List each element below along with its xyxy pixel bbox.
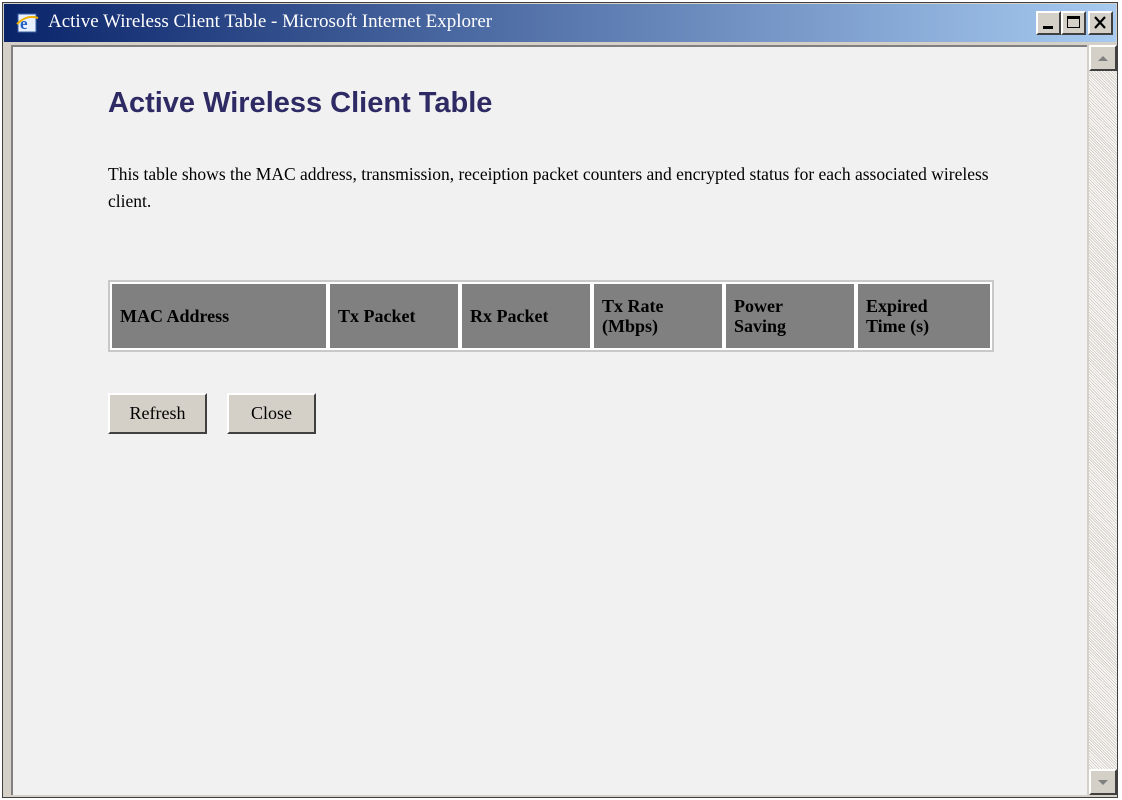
maximize-button[interactable] [1061, 11, 1086, 35]
close-window-button[interactable] [1088, 11, 1113, 35]
browser-window: e Active Wireless Client Table - Microso… [2, 2, 1118, 798]
window-title: Active Wireless Client Table - Microsoft… [48, 11, 493, 32]
arrow-down-icon [1098, 780, 1108, 785]
close-button[interactable]: Close [227, 393, 316, 434]
column-header-expired-time: Expired Time (s) [858, 284, 990, 348]
internet-explorer-icon: e [16, 12, 40, 34]
maximize-icon [1067, 16, 1080, 28]
scroll-up-button[interactable] [1089, 45, 1117, 71]
column-header-tx-rate: Tx Rate (Mbps) [594, 284, 722, 348]
column-header-mac-address: MAC Address [112, 284, 326, 348]
close-icon [1094, 16, 1106, 29]
page-title: Active Wireless Client Table [108, 87, 493, 119]
column-header-rx-packet: Rx Packet [462, 284, 590, 348]
vertical-scrollbar[interactable] [1089, 45, 1117, 795]
page-content: Active Wireless Client Table This table … [11, 45, 1087, 795]
refresh-button[interactable]: Refresh [108, 393, 207, 434]
client-table: MAC Address Tx Packet Rx Packet Tx Rate(… [108, 280, 994, 352]
title-bar[interactable]: e Active Wireless Client Table - Microso… [4, 4, 1116, 42]
arrow-up-icon [1098, 56, 1108, 61]
minimize-button[interactable] [1036, 11, 1061, 35]
minimize-icon [1043, 26, 1053, 29]
column-header-tx-packet: Tx Packet [330, 284, 458, 348]
column-header-power-saving: Power Saving [726, 284, 854, 348]
table-header-row: MAC Address Tx Packet Rx Packet Tx Rate(… [112, 284, 990, 348]
scroll-down-button[interactable] [1089, 769, 1117, 795]
page-description: This table shows the MAC address, transm… [108, 164, 989, 211]
